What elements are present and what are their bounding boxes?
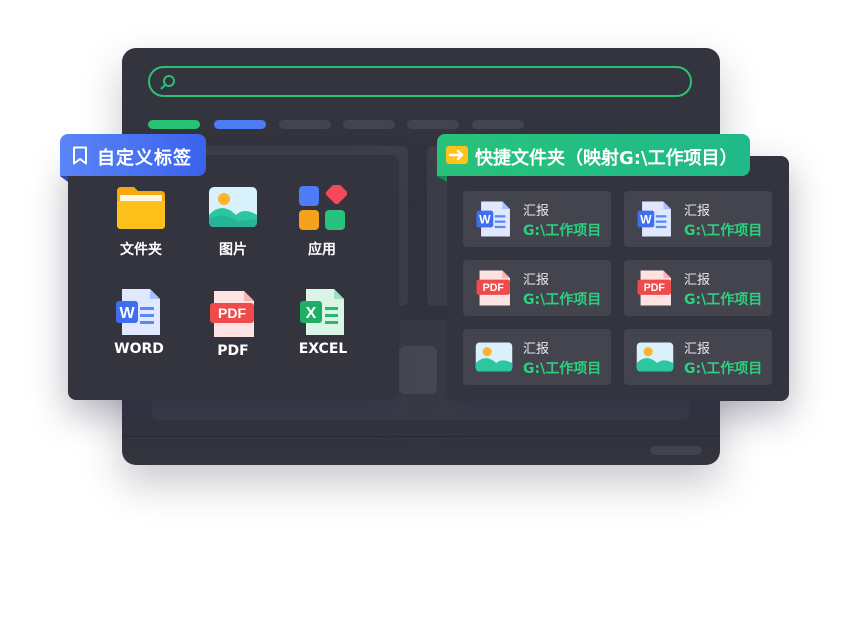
word-icon: W bbox=[476, 201, 510, 237]
tab-indicator-1[interactable] bbox=[148, 120, 200, 129]
category-folder[interactable]: 文件夹 bbox=[96, 185, 186, 259]
file-name: 汇报 bbox=[684, 342, 711, 357]
file-name: 汇报 bbox=[523, 204, 550, 219]
tab-indicator-2[interactable] bbox=[214, 120, 266, 129]
arrow-folder-icon bbox=[446, 146, 468, 164]
svg-text:PDF: PDF bbox=[483, 282, 505, 294]
tab-indicator-6[interactable] bbox=[472, 120, 524, 129]
file-name: 汇报 bbox=[523, 342, 550, 357]
svg-text:W: W bbox=[479, 213, 491, 227]
file-path: G:\工作项目 bbox=[684, 292, 763, 308]
placeholder-block bbox=[399, 346, 437, 394]
bookmark-icon bbox=[73, 146, 87, 165]
image-icon bbox=[636, 342, 674, 372]
svg-text:PDF: PDF bbox=[644, 282, 666, 294]
word-icon: W bbox=[114, 287, 164, 335]
apps-icon bbox=[297, 182, 348, 231]
category-label: 应用 bbox=[308, 242, 336, 258]
tab-indicator-3[interactable] bbox=[279, 120, 331, 129]
panel-title: 快捷文件夹（映射G:\工作项目） bbox=[475, 148, 738, 169]
search-icon bbox=[160, 75, 175, 90]
image-icon bbox=[475, 342, 513, 372]
file-card[interactable]: W 汇报 G:\工作项目 bbox=[463, 191, 611, 247]
word-icon: W bbox=[637, 201, 671, 237]
file-path: G:\工作项目 bbox=[523, 361, 602, 377]
pdf-icon: PDF bbox=[637, 270, 671, 306]
folder-icon bbox=[116, 185, 166, 231]
category-label: WORD bbox=[114, 341, 164, 357]
file-path: G:\工作项目 bbox=[684, 361, 763, 377]
footer-indicator bbox=[650, 446, 702, 455]
file-card[interactable]: 汇报 G:\工作项目 bbox=[463, 329, 611, 385]
quick-folder-header[interactable]: 快捷文件夹（映射G:\工作项目） bbox=[437, 134, 750, 176]
custom-tags-header[interactable]: 自定义标签 bbox=[60, 134, 206, 176]
category-label: 图片 bbox=[219, 242, 247, 258]
category-image[interactable]: 图片 bbox=[188, 185, 278, 259]
panel-title: 自定义标签 bbox=[97, 148, 192, 169]
search-input[interactable] bbox=[148, 66, 692, 97]
category-label: EXCEL bbox=[298, 341, 348, 357]
tab-fold bbox=[60, 176, 68, 182]
file-card[interactable]: PDF 汇报 G:\工作项目 bbox=[624, 260, 772, 316]
image-icon bbox=[208, 185, 258, 231]
category-pdf[interactable]: PDF PDF bbox=[188, 289, 278, 359]
file-name: 汇报 bbox=[684, 204, 711, 219]
category-label: 文件夹 bbox=[120, 242, 162, 258]
svg-text:PDF: PDF bbox=[218, 305, 246, 321]
file-path: G:\工作项目 bbox=[523, 223, 602, 239]
category-apps[interactable]: 应用 bbox=[277, 182, 367, 259]
file-card[interactable]: W 汇报 G:\工作项目 bbox=[624, 191, 772, 247]
file-card[interactable]: 汇报 G:\工作项目 bbox=[624, 329, 772, 385]
file-path: G:\工作项目 bbox=[684, 223, 763, 239]
divider bbox=[122, 436, 720, 437]
svg-text:W: W bbox=[640, 213, 652, 227]
quick-folder-panel: W 汇报 G:\工作项目 W 汇报 G:\工作项目 PDF 汇报 G:\工作项目 bbox=[447, 156, 789, 401]
svg-text:X: X bbox=[306, 305, 317, 322]
category-label: PDF bbox=[217, 343, 249, 359]
pdf-icon: PDF bbox=[476, 270, 510, 306]
svg-text:W: W bbox=[119, 305, 135, 322]
excel-icon: X bbox=[298, 287, 348, 335]
file-path: G:\工作项目 bbox=[523, 292, 602, 308]
category-excel[interactable]: X EXCEL bbox=[278, 287, 368, 357]
pdf-icon: PDF bbox=[208, 289, 258, 337]
custom-tags-panel: 文件夹 图片 应用 W WORD PDF PDF X EXCEL bbox=[68, 155, 399, 400]
tab-indicator-5[interactable] bbox=[407, 120, 459, 129]
file-name: 汇报 bbox=[684, 273, 711, 288]
file-card[interactable]: PDF 汇报 G:\工作项目 bbox=[463, 260, 611, 316]
category-word[interactable]: W WORD bbox=[94, 287, 184, 357]
file-name: 汇报 bbox=[523, 273, 550, 288]
tab-indicator-4[interactable] bbox=[343, 120, 395, 129]
